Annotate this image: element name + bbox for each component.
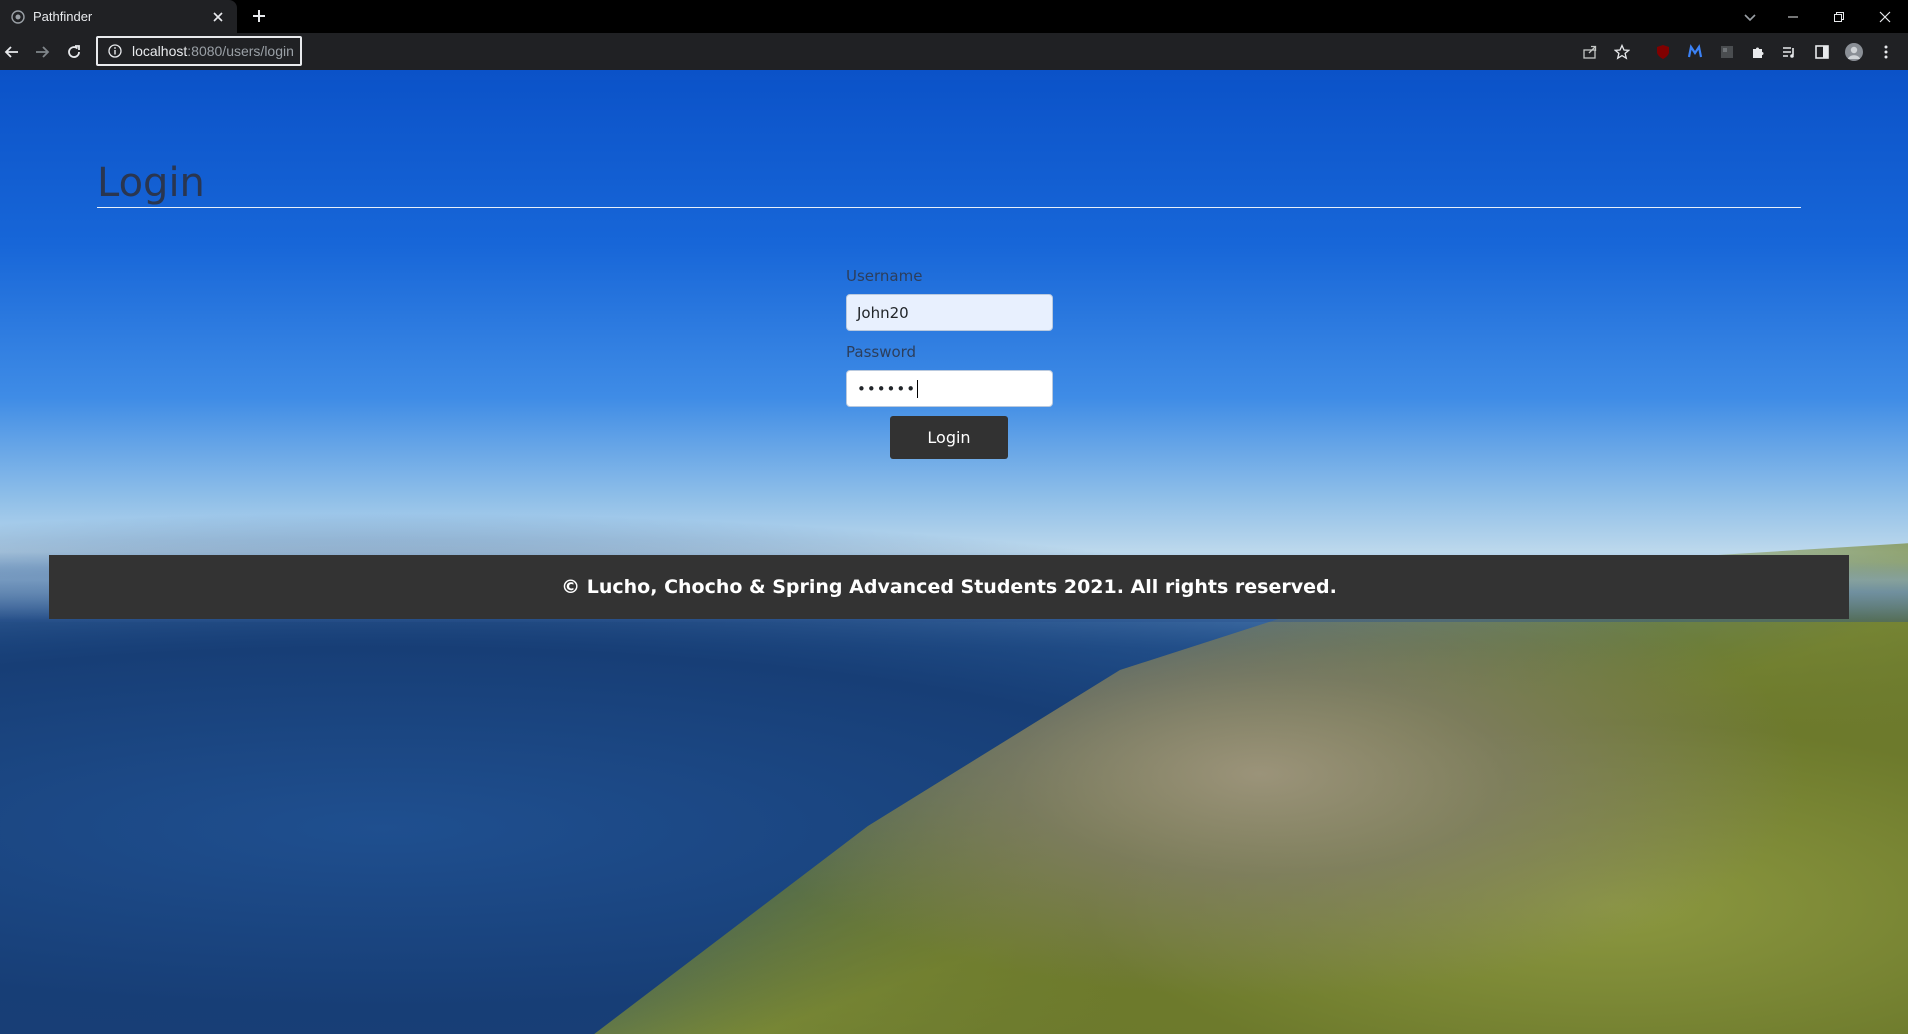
address-bar[interactable]: localhost:8080/users/login [96,36,302,66]
footer: © Lucho, Chocho & Spring Advanced Studen… [49,555,1849,619]
arrow-right-icon [36,46,50,58]
ublock-extension[interactable] [1653,42,1673,62]
grayed-extension[interactable] [1717,42,1737,62]
close-window-button[interactable] [1862,0,1908,33]
password-value: •••••• [857,379,917,398]
title-divider [97,207,1801,208]
username-field[interactable]: John20 [846,294,1053,331]
url-host: localhost [132,43,188,59]
share-button[interactable] [1580,42,1600,62]
share-icon [1583,45,1597,59]
m-extension[interactable] [1685,42,1705,62]
text-caret [917,379,919,398]
arrow-left-icon [4,46,18,58]
page-viewport: Login Username John20 Password •••••• Lo… [0,70,1908,1034]
new-tab-icon[interactable] [250,7,268,25]
kebab-menu-icon [1884,45,1888,59]
minimize-icon [1788,16,1798,17]
side-panel-button[interactable] [1812,42,1832,62]
tab-strip: Pathfinder [0,0,1908,33]
reading-list-button[interactable] [1779,42,1799,62]
restore-icon [1834,11,1844,22]
puzzle-icon [1753,47,1764,58]
url-text: localhost:8080/users/login [132,43,294,59]
star-icon [1614,44,1630,60]
page-title: Login [97,160,205,206]
username-value: John20 [857,303,909,322]
back-button[interactable] [2,42,22,62]
m-logo-icon [1687,44,1703,58]
avatar [1845,43,1863,61]
chevron-down-icon[interactable] [1740,7,1760,27]
side-panel-icon [1815,45,1829,59]
password-label: Password [846,343,917,361]
info-icon[interactable] [108,44,122,58]
menu-button[interactable] [1876,42,1896,62]
media-queue-icon [1783,47,1794,58]
username-label: Username [846,267,923,285]
restore-button[interactable] [1816,0,1862,33]
forward-button[interactable] [32,42,52,62]
window-controls [1770,0,1908,33]
reload-icon [68,45,80,58]
browser-tab[interactable]: Pathfinder [0,0,237,33]
bookmark-button[interactable] [1612,42,1632,62]
minimize-button[interactable] [1770,0,1816,33]
footer-text: © Lucho, Chocho & Spring Advanced Studen… [561,576,1337,598]
tab-title: Pathfinder [33,9,93,24]
extensions-button[interactable] [1748,42,1768,62]
reload-button[interactable] [64,42,84,62]
profile-button[interactable] [1844,42,1864,62]
login-button[interactable]: Login [890,416,1008,459]
close-tab-icon[interactable] [209,8,227,26]
globe-icon [11,9,25,24]
password-field[interactable]: •••••• [846,370,1053,407]
url-path: :8080/users/login [187,43,294,59]
shield-icon [1657,45,1669,59]
extension-tile-icon [1721,46,1733,58]
close-icon [1879,11,1891,22]
